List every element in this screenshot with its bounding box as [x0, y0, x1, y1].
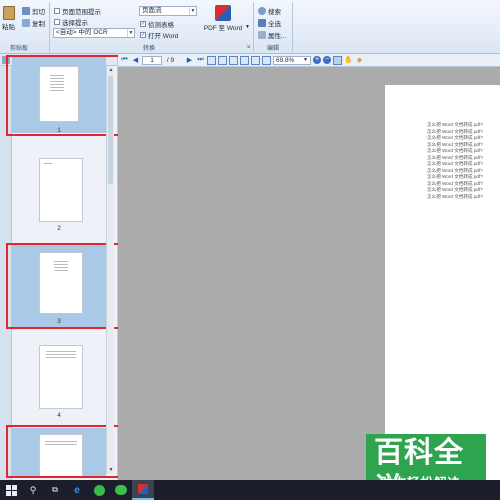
thumbnail-image [39, 345, 83, 409]
edge-browser-button[interactable]: e [66, 480, 88, 500]
browser-icon [93, 484, 105, 496]
thumbnail-text-lines [46, 351, 76, 360]
start-button[interactable] [0, 480, 22, 500]
document-text-line: 怎么把 Word 文档转成 pdf? [427, 135, 483, 140]
pdf-to-word-dropdown[interactable]: ▼ [245, 24, 250, 30]
search-button[interactable]: 搜索 [258, 6, 281, 16]
next-page-icon[interactable]: ▶ [185, 56, 194, 65]
hand-tool-icon[interactable]: ✋ [344, 56, 353, 65]
pdf-to-word-icon [215, 5, 231, 21]
scroll-down-icon[interactable]: ▼ [107, 467, 115, 473]
ribbon: 粘贴 剪切 复制 剪贴板 页面范围提示 选择提示 <自动> 中的 OCR ▼ 页… [0, 0, 500, 54]
zoom-in-icon[interactable]: + [313, 56, 321, 64]
view-toolbar: ⏮ ◀ 1 / 9 ▶ ⏭ 69.8% ▼ + − ✋ ◆ [118, 54, 500, 67]
edit-group-label: 编辑 [267, 46, 280, 52]
document-text-line: 怎么把 Word 文档转成 pdf? [427, 128, 483, 134]
thumbnail-scrollbar[interactable]: ▲ ▼ [106, 66, 114, 474]
document-text-line: 怎么把 Word 文档转成 pdf? [427, 141, 483, 147]
windows-icon [5, 484, 17, 496]
select-tool-icon[interactable] [333, 55, 342, 65]
thumbnail-number: 4 [57, 412, 61, 419]
select-all-icon [258, 19, 266, 27]
ribbon-separator [253, 2, 254, 52]
two-page-view-icon[interactable] [229, 55, 238, 65]
task-view-icon: ⧉ [52, 485, 58, 494]
wechat-icon [115, 485, 127, 495]
page-number-input[interactable]: 1 [142, 55, 162, 65]
document-text-line: 怎么把 Word 文档转成 pdf? [427, 187, 483, 192]
edge-icon: e [74, 484, 80, 496]
search-taskbar-button[interactable]: ⚲ [22, 480, 44, 500]
thumbnail-page-2[interactable]: 2 [12, 150, 106, 236]
chevron-down-icon[interactable]: ▼ [189, 7, 196, 15]
grid-view-icon[interactable] [240, 55, 249, 65]
document-text-line: 怎么把 Word 文档转成 pdf? [427, 122, 483, 127]
thumbnail-page-4[interactable]: 4 [12, 338, 106, 424]
document-text-line: 怎么把 Word 文档转成 pdf? [427, 148, 483, 153]
single-page-view-icon[interactable] [207, 55, 216, 65]
thumbnail-number: 2 [57, 225, 61, 232]
copy-button[interactable]: 复制 [22, 18, 45, 28]
previous-page-icon[interactable]: ◀ [131, 56, 140, 65]
checkmark-icon: ✓ [140, 32, 146, 38]
document-text-line: 怎么把 Word 文档转成 pdf? [427, 167, 483, 173]
snapshot-icon[interactable]: ◆ [355, 56, 364, 65]
total-pages: / 9 [166, 56, 175, 64]
ribbon-separator [49, 2, 50, 52]
dialog-launcher-icon[interactable]: ⇲ [246, 44, 250, 50]
scissors-icon [22, 7, 30, 15]
cut-button[interactable]: 剪切 [22, 6, 45, 16]
paste-button[interactable]: 粘贴 [2, 6, 15, 31]
document-text-line: 怎么把 Word 文档转成 pdf? [427, 180, 483, 186]
task-view-button[interactable]: ⧉ [44, 480, 66, 500]
first-page-icon[interactable]: ⏮ [120, 56, 129, 65]
flow-select[interactable]: 页面流 ▼ [139, 6, 197, 16]
checkbox-box [54, 19, 60, 25]
thumbnail-image [39, 158, 83, 222]
paste-icon [2, 6, 15, 20]
pdf-to-word-button[interactable]: PDF 至 Word [200, 5, 246, 32]
open-word-checkbox[interactable]: ✓ 打开 Word [140, 30, 178, 40]
ribbon-separator [292, 2, 293, 52]
fit-page-icon[interactable] [251, 55, 260, 65]
wechat-button[interactable] [110, 480, 132, 500]
clipboard-group-label: 剪贴板 [10, 46, 29, 52]
properties-icon [258, 31, 266, 39]
thumbnail-text-lines [44, 163, 52, 166]
convert-group-label: 转换 [143, 46, 156, 52]
document-text-line: 怎么把 Word 文档转成 pdf? [427, 193, 483, 199]
taskbar: ⚲ ⧉ e [0, 480, 500, 500]
selection-hint-checkbox[interactable]: 选择提示 [54, 17, 88, 27]
copy-icon [22, 19, 30, 27]
detect-tables-checkbox[interactable]: ✓ 侦测表格 [140, 19, 174, 29]
checkmark-icon: ✓ [140, 21, 146, 27]
pdf-app-button[interactable] [132, 480, 154, 500]
pdf-app-icon [138, 484, 148, 494]
chevron-down-icon[interactable]: ▼ [303, 57, 308, 63]
properties-button[interactable]: 属性... [258, 30, 286, 40]
search-icon [258, 7, 266, 15]
checkbox-box [54, 8, 60, 14]
zoom-out-icon[interactable]: − [323, 56, 331, 64]
document-text-line: 怎么把 Word 文档转成 pdf? [427, 154, 483, 160]
scrollbar-thumb[interactable] [108, 76, 113, 184]
document-text-line: 怎么把 Word 文档转成 pdf? [427, 174, 483, 179]
scroll-up-icon[interactable]: ▲ [107, 67, 115, 73]
ocr-select[interactable]: <自动> 中的 OCR ▼ [53, 28, 135, 38]
last-page-icon[interactable]: ⏭ [196, 56, 205, 65]
search-icon: ⚲ [29, 484, 37, 495]
360-browser-button[interactable] [88, 480, 110, 500]
select-all-button[interactable]: 全选 [258, 18, 281, 28]
document-text-line: 怎么把 Word 文档转成 pdf? [427, 161, 483, 166]
continuous-view-icon[interactable] [218, 55, 227, 65]
document-view[interactable]: 怎么把 Word 文档转成 pdf? 怎么把 Word 文档转成 pdf? 怎么把 … [118, 67, 500, 480]
page-range-hint-checkbox[interactable]: 页面范围提示 [54, 6, 101, 16]
fit-width-icon[interactable] [262, 55, 271, 65]
paste-label: 粘贴 [2, 24, 15, 31]
chevron-down-icon[interactable]: ▼ [127, 29, 134, 37]
zoom-select[interactable]: 69.8% ▼ [273, 55, 311, 65]
document-page: 怎么把 Word 文档转成 pdf? 怎么把 Word 文档转成 pdf? 怎么把 … [385, 85, 500, 480]
